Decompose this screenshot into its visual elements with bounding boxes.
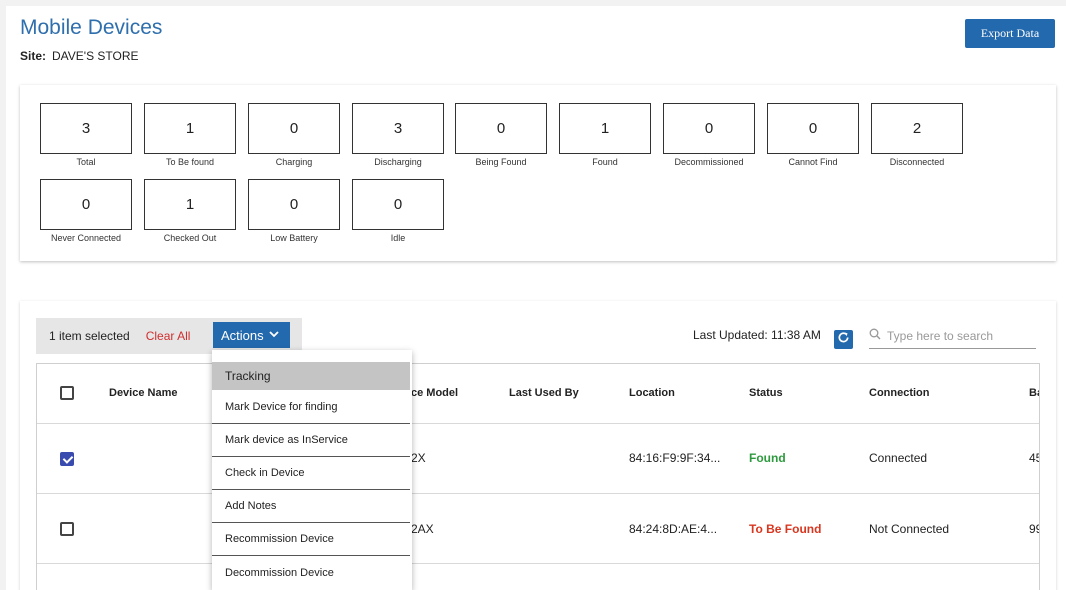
stat-label: Low Battery [270, 233, 318, 243]
stat-decommissioned[interactable]: 0 Decommissioned [663, 103, 755, 167]
table-header-row: Device Name ce Model Last Used By Locati… [37, 364, 1039, 424]
search-input[interactable] [887, 328, 1027, 343]
row-checkbox[interactable] [60, 452, 74, 466]
search-box [869, 323, 1036, 349]
column-header-device-name[interactable]: Device Name [109, 387, 178, 399]
connection: Not Connected [869, 522, 950, 536]
site-info: Site: DAVE'S STORE [20, 49, 139, 63]
actions-label: Actions [221, 327, 264, 343]
refresh-button[interactable] [834, 330, 853, 349]
stat-label: Never Connected [50, 233, 122, 243]
stat-charging[interactable]: 0 Charging [248, 103, 340, 167]
connection: Connected [869, 451, 928, 465]
chevron-down-icon [269, 330, 279, 341]
stat-cannot-find[interactable]: 0 Cannot Find [767, 103, 859, 167]
row-checkbox[interactable] [60, 522, 74, 536]
stat-never-connected[interactable]: 0 Never Connected [40, 179, 132, 243]
stat-value: 0 [455, 103, 547, 154]
stat-discharging[interactable]: 3 Discharging [352, 103, 444, 167]
stat-label: Checked Out [163, 233, 217, 243]
device-model: 2X [411, 451, 426, 465]
stat-value: 1 [144, 179, 236, 230]
column-header-battery[interactable]: Ba [1029, 387, 1039, 399]
menu-item-add-notes[interactable]: Add Notes [212, 490, 410, 523]
selection-bar: 1 item selected Clear All Actions [36, 318, 302, 354]
menu-item-mark-for-finding[interactable]: Mark Device for finding [212, 390, 410, 424]
select-all-checkbox[interactable] [60, 386, 74, 400]
page: Mobile Devices Site: DAVE'S STORE Export … [6, 6, 1066, 590]
column-header-device-model[interactable]: ce Model [411, 387, 458, 399]
stat-value: 3 [352, 103, 444, 154]
stat-label: Disconnected [889, 157, 945, 167]
stat-value: 1 [144, 103, 236, 154]
menu-item-mark-inservice[interactable]: Mark device as InService [212, 424, 410, 457]
stat-idle[interactable]: 0 Idle [352, 179, 444, 243]
actions-dropdown-button[interactable]: Actions [213, 322, 290, 348]
stat-value: 0 [352, 179, 444, 230]
clear-all-link[interactable]: Clear All [146, 329, 191, 343]
status-badge: Found [749, 451, 786, 465]
stat-label: Total [76, 157, 96, 167]
menu-item-check-in[interactable]: Check in Device [212, 457, 410, 490]
column-header-connection[interactable]: Connection [869, 387, 930, 399]
status-badge: To Be Found [749, 522, 822, 536]
location: 84:16:F9:9F:34... [629, 451, 721, 465]
stat-value: 0 [248, 103, 340, 154]
stat-label: Decommissioned [674, 157, 744, 167]
column-header-location[interactable]: Location [629, 387, 675, 399]
stat-to-be-found[interactable]: 1 To Be found [144, 103, 236, 167]
stat-value: 0 [40, 179, 132, 230]
menu-item-tracking[interactable]: Tracking [212, 362, 410, 390]
table-row[interactable]: 2X 84:16:F9:9F:34... Found Connected 45 [37, 424, 1039, 494]
table-row[interactable]: 2AX 84:24:8D:AE:4... To Be Found Not Con… [37, 494, 1039, 564]
search-icon [869, 327, 881, 345]
stat-value: 0 [248, 179, 340, 230]
export-data-button[interactable]: Export Data [965, 19, 1055, 48]
stat-value: 0 [663, 103, 755, 154]
stat-low-battery[interactable]: 0 Low Battery [248, 179, 340, 243]
battery: 45 [1029, 451, 1039, 465]
stat-found[interactable]: 1 Found [559, 103, 651, 167]
stat-label: Charging [275, 157, 313, 167]
column-header-last-used-by[interactable]: Last Used By [509, 387, 579, 399]
page-title: Mobile Devices [20, 16, 163, 39]
stat-label: Idle [390, 233, 406, 243]
column-header-status[interactable]: Status [749, 387, 783, 399]
stat-label: Being Found [475, 157, 527, 167]
stats-panel: 3 Total 1 To Be found 0 Charging 3 Disch… [20, 85, 1056, 261]
stat-label: Discharging [374, 157, 422, 167]
stat-value: 0 [767, 103, 859, 154]
device-model: 2AX [411, 522, 434, 536]
stat-checked-out[interactable]: 1 Checked Out [144, 179, 236, 243]
site-value: DAVE'S STORE [52, 49, 139, 63]
stat-value: 1 [559, 103, 651, 154]
site-label: Site: [20, 49, 47, 63]
stat-total[interactable]: 3 Total [40, 103, 132, 167]
devices-table: Device Name ce Model Last Used By Locati… [36, 363, 1040, 590]
menu-item-decommission[interactable]: Decommission Device [212, 556, 410, 590]
last-updated: Last Updated: 11:38 AM [693, 328, 821, 342]
stat-value: 2 [871, 103, 963, 154]
stat-value: 3 [40, 103, 132, 154]
stat-label: Found [592, 157, 618, 167]
battery: 99 [1029, 522, 1039, 536]
devices-table-panel: 1 item selected Clear All Actions Last U… [20, 301, 1056, 590]
stat-disconnected[interactable]: 2 Disconnected [871, 103, 963, 167]
stat-label: Cannot Find [788, 157, 838, 167]
stat-label: To Be found [165, 157, 215, 167]
stat-being-found[interactable]: 0 Being Found [455, 103, 547, 167]
selected-count: 1 item selected [49, 329, 130, 343]
actions-menu: Tracking Mark Device for finding Mark de… [212, 350, 412, 590]
menu-item-recommission[interactable]: Recommission Device [212, 523, 410, 556]
refresh-icon [837, 331, 850, 349]
location: 84:24:8D:AE:4... [629, 522, 718, 536]
